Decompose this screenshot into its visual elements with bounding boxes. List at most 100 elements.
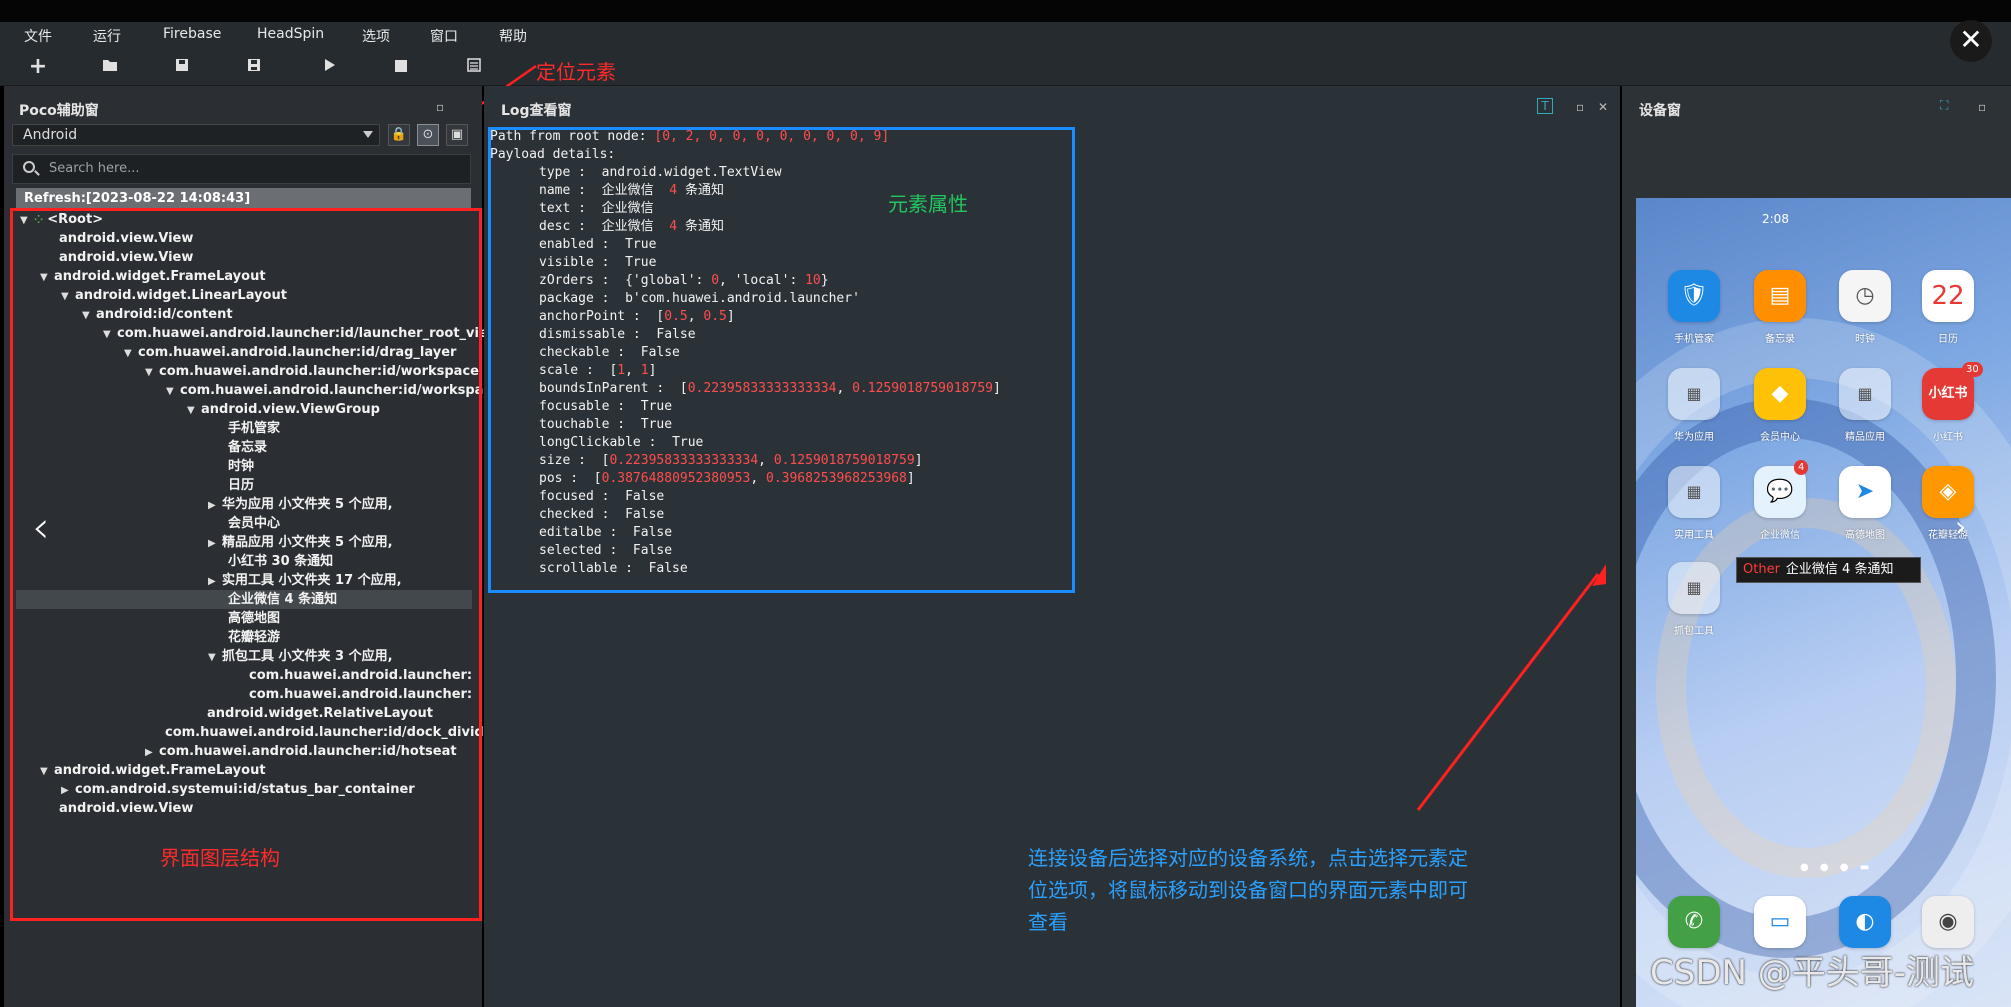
- app-label: 小红书: [1933, 432, 1963, 443]
- menu-run[interactable]: 运行: [93, 26, 121, 46]
- app-folder-featured-icon[interactable]: ▦: [1839, 368, 1891, 420]
- add-icon[interactable]: +: [27, 56, 49, 78]
- menu-firebase[interactable]: Firebase: [163, 26, 221, 42]
- app-label: 高德地图: [1845, 530, 1885, 541]
- menu-file[interactable]: 文件: [24, 26, 52, 46]
- annotation-locate-element: 定位元素: [536, 60, 616, 84]
- app-folder-tools-icon[interactable]: ▦: [1668, 466, 1720, 518]
- float-window-icon[interactable]: ▫: [1978, 100, 1986, 114]
- save-as-icon[interactable]: [243, 56, 265, 78]
- prop-name: name : 企业微信 4 条通知: [539, 183, 724, 198]
- open-folder-icon[interactable]: [99, 56, 121, 78]
- stop-icon[interactable]: [390, 56, 412, 78]
- dock-phone-icon[interactable]: ✆: [1668, 896, 1720, 948]
- previous-arrow-icon[interactable]: ‹: [32, 502, 50, 553]
- prop-longclickable: longClickable : True: [539, 435, 704, 450]
- chevron-down-icon: [363, 131, 373, 138]
- app-label: 备忘录: [1765, 334, 1795, 345]
- dock-browser-icon[interactable]: ◐: [1839, 896, 1891, 948]
- filter-icon[interactable]: T: [1537, 98, 1553, 114]
- prop-type: type : android.widget.TextView: [539, 165, 782, 180]
- app-folder-huawei-icon[interactable]: ▦: [1668, 368, 1720, 420]
- prop-dismissable: dismissable : False: [539, 327, 696, 342]
- device-panel-title: 设备窗: [1639, 103, 1681, 119]
- prop-visible: visible : True: [539, 255, 657, 270]
- window-top-bar: [0, 0, 2011, 22]
- prop-focused: focused : False: [539, 489, 665, 504]
- prop-pos: pos : [0.38764880952380953, 0.3968253968…: [539, 471, 915, 486]
- prop-editalbe: editalbe : False: [539, 525, 673, 540]
- element-tooltip: Other 企业微信 4 条通知: [1736, 557, 1921, 583]
- prop-package: package : b'com.huawei.android.launcher': [539, 291, 860, 306]
- app-label: 手机管家: [1674, 334, 1714, 345]
- crop-icon[interactable]: ⛶: [1940, 98, 1948, 113]
- log-output: Path from root node: [0, 2, 0, 0, 0, 0, …: [490, 128, 1070, 594]
- app-vip-icon[interactable]: ◆: [1754, 368, 1806, 420]
- annotation-ui-hierarchy: 界面图层结构: [160, 846, 280, 870]
- lock-icon[interactable]: 🔒: [388, 124, 410, 146]
- prop-size: size : [0.22395833333333334, 0.125901875…: [539, 453, 923, 468]
- platform-value: Android: [23, 127, 78, 143]
- play-icon[interactable]: [318, 56, 340, 78]
- menu-bar: 文件 运行 Firebase HeadSpin 选项 窗口 帮助: [0, 22, 2011, 48]
- menu-window[interactable]: 窗口: [430, 26, 458, 46]
- log-panel-title: Log查看窗: [501, 103, 572, 119]
- prop-desc: desc : 企业微信 4 条通知: [539, 219, 724, 234]
- annotation-frame-hierarchy: [10, 208, 482, 921]
- toolbar: +: [0, 48, 2011, 86]
- app-label: 企业微信: [1760, 530, 1800, 541]
- camera-icon[interactable]: ▣: [446, 124, 468, 146]
- app-label: 抓包工具: [1674, 626, 1714, 637]
- next-arrow-icon[interactable]: ›: [1955, 510, 1966, 543]
- app-label: 会员中心: [1760, 432, 1800, 443]
- close-icon[interactable]: ✕: [1598, 100, 1608, 114]
- dock-camera-icon[interactable]: ◉: [1922, 896, 1974, 948]
- watermark: CSDN @平头哥-测试: [1650, 953, 1975, 993]
- page-indicator: ● ● ● ▬: [1800, 862, 1874, 873]
- status-bar-time: 2:08: [1762, 212, 1789, 226]
- app-label: 日历: [1938, 334, 1958, 345]
- app-phone-manager-icon[interactable]: 🛡: [1668, 270, 1720, 322]
- refresh-status[interactable]: Refresh:[2023-08-22 14:08:43]: [16, 188, 471, 210]
- menu-help[interactable]: 帮助: [499, 26, 527, 46]
- prop-anchorpoint: anchorPoint : [0.5, 0.5]: [539, 309, 735, 324]
- app-label: 华为应用: [1674, 432, 1714, 443]
- app-memo-icon[interactable]: ▤: [1754, 270, 1806, 322]
- prop-selected: selected : False: [539, 543, 673, 558]
- menu-headspin[interactable]: HeadSpin: [257, 26, 324, 42]
- prop-scrollable: scrollable : False: [539, 561, 688, 576]
- app-clock-icon[interactable]: ◷: [1839, 270, 1891, 322]
- annotation-instructions: 连接设备后选择对应的设备系统，点击选择元素定位选项，将鼠标移动到设备窗口的界面元…: [1028, 846, 1468, 934]
- prop-text: text : 企业微信: [539, 201, 654, 216]
- search-input[interactable]: Search here...: [12, 154, 471, 184]
- float-window-icon[interactable]: ▫: [436, 100, 444, 114]
- tooltip-text: 企业微信 4 条通知: [1785, 562, 1894, 577]
- search-icon: [23, 161, 35, 173]
- save-icon[interactable]: [171, 56, 193, 78]
- annotation-arrow-device: [1416, 564, 1606, 811]
- app-amap-icon[interactable]: ➤: [1839, 466, 1891, 518]
- app-label: 实用工具: [1674, 530, 1714, 541]
- app-folder-capture-icon[interactable]: ▦: [1668, 562, 1720, 614]
- prop-enabled: enabled : True: [539, 237, 657, 252]
- notification-badge: 30: [1962, 362, 1983, 377]
- platform-select[interactable]: Android: [12, 124, 380, 146]
- log-path-line: Path from root node: [0, 2, 0, 0, 0, 0, …: [490, 129, 890, 144]
- poco-panel-title: Poco辅助窗: [19, 103, 99, 119]
- dock-messages-icon[interactable]: ▭: [1754, 896, 1806, 948]
- app-calendar-icon[interactable]: 22: [1922, 270, 1974, 322]
- close-icon[interactable]: ✕: [1950, 20, 1992, 62]
- float-window-icon[interactable]: ▫: [1576, 100, 1584, 114]
- app-label: 花瓣轻游: [1928, 530, 1968, 541]
- prop-checkable: checkable : False: [539, 345, 680, 360]
- prop-scale: scale : [1, 1]: [539, 363, 657, 378]
- prop-touchable: touchable : True: [539, 417, 673, 432]
- locate-element-button[interactable]: ⊙: [417, 124, 439, 146]
- prop-focusable: focusable : True: [539, 399, 673, 414]
- prop-boundsinparent: boundsInParent : [0.22395833333333334, 0…: [539, 381, 1001, 396]
- search-placeholder: Search here...: [49, 161, 140, 176]
- menu-options[interactable]: 选项: [362, 26, 390, 46]
- app-label: 精品应用: [1845, 432, 1885, 443]
- annotation-element-props: 元素属性: [888, 192, 968, 216]
- prop-zorders: zOrders : {'global': 0, 'local': 10}: [539, 273, 829, 288]
